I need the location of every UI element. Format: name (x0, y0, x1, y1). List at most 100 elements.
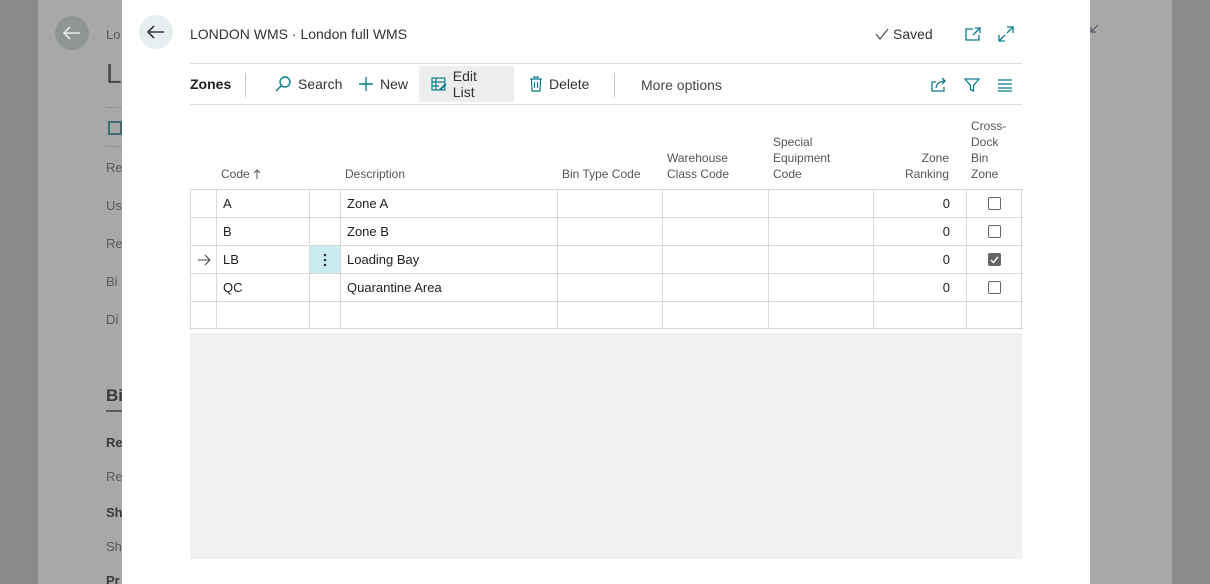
sort-ascending-icon (253, 169, 261, 179)
cell-actions[interactable] (309, 190, 340, 217)
column-header-description[interactable]: Description (345, 166, 405, 182)
cell-special-equipment-code[interactable] (768, 218, 873, 245)
cell-description[interactable]: Quarantine Area (340, 274, 557, 301)
background-section-underline (106, 410, 122, 412)
column-header-line: Zone (921, 151, 949, 165)
column-header-cross-dock-bin-zone[interactable]: Cross- Dock Bin Zone (971, 118, 1006, 182)
actionbar-separator (614, 73, 615, 97)
cross-dock-checkbox-checked[interactable] (988, 253, 1001, 266)
background-table-icon (108, 121, 122, 135)
cell-zone-ranking[interactable]: 0 (873, 190, 966, 217)
grid-empty-area (190, 333, 1022, 559)
table-row-selected[interactable]: LB Loading Bay 0 (191, 245, 1023, 273)
table-row-new[interactable] (191, 301, 1023, 329)
cell-code[interactable]: LB (216, 246, 309, 273)
column-header-bin-type-code[interactable]: Bin Type Code (562, 166, 641, 182)
cross-dock-checkbox[interactable] (988, 197, 1001, 210)
table-row[interactable]: A Zone A 0 (191, 189, 1023, 217)
cell-description[interactable]: Zone A (340, 190, 557, 217)
back-button[interactable] (139, 15, 173, 49)
column-header-zone-ranking[interactable]: Zone Ranking (882, 150, 949, 182)
share-icon (931, 77, 946, 92)
cell-zone-ranking[interactable] (873, 302, 966, 329)
cell-zone-ranking[interactable]: 0 (873, 218, 966, 245)
cell-cross-dock[interactable] (966, 302, 1022, 329)
new-button[interactable]: New (346, 66, 420, 102)
cell-actions[interactable] (309, 218, 340, 245)
column-header-line: Zone (971, 167, 999, 181)
cell-zone-ranking[interactable]: 0 (873, 274, 966, 301)
filter-button[interactable] (962, 75, 982, 95)
background-field: Us (106, 198, 122, 213)
share-button[interactable] (929, 75, 949, 95)
column-header-line: Dock (971, 135, 999, 149)
cell-actions[interactable] (309, 274, 340, 301)
cell-special-equipment-code[interactable] (768, 302, 873, 329)
cell-description[interactable]: Zone B (340, 218, 557, 245)
cell-code[interactable] (216, 302, 309, 329)
more-vertical-icon (323, 253, 327, 266)
more-options-button[interactable]: More options (641, 77, 722, 93)
cell-code[interactable]: B (216, 218, 309, 245)
cell-description[interactable]: Loading Bay (340, 246, 557, 273)
open-in-new-window-button[interactable] (963, 24, 983, 44)
trash-icon (530, 76, 542, 92)
cell-bin-type-code[interactable] (557, 274, 662, 301)
column-header-code[interactable]: Code (221, 166, 261, 182)
cell-code[interactable]: A (216, 190, 309, 217)
cell-cross-dock (966, 218, 1022, 245)
cell-zone-ranking[interactable]: 0 (873, 246, 966, 273)
expand-icon (998, 26, 1014, 42)
cell-warehouse-class-code[interactable] (662, 274, 768, 301)
edit-list-button[interactable]: Edit List (419, 66, 514, 102)
edit-list-label: Edit List (452, 68, 477, 100)
column-header-line: Cross- (971, 119, 1007, 133)
cell-bin-type-code[interactable] (557, 190, 662, 217)
table-row[interactable]: QC Quarantine Area 0 (191, 273, 1023, 301)
cell-special-equipment-code[interactable] (768, 246, 873, 273)
filter-icon (964, 78, 980, 93)
arrow-left-icon (147, 25, 164, 39)
table-row[interactable]: B Zone B 0 (191, 217, 1023, 245)
dialog-title: LONDON WMS · London full WMS (190, 26, 408, 42)
actionbar-separator (245, 73, 246, 97)
saved-label: Saved (893, 26, 933, 42)
zones-dialog: LONDON WMS · London full WMS Saved Zones… (122, 0, 1090, 584)
new-label: New (380, 76, 409, 92)
background-field: Di (106, 312, 119, 327)
current-row-arrow-icon (198, 254, 211, 266)
cell-warehouse-class-code[interactable] (662, 190, 768, 217)
background-field: Re (106, 236, 123, 251)
column-header-line: Bin (971, 151, 989, 165)
cross-dock-checkbox[interactable] (988, 281, 1001, 294)
cell-special-equipment-code[interactable] (768, 190, 873, 217)
column-header-special-equipment-code[interactable]: Special Equipment Code (773, 134, 830, 182)
cell-warehouse-class-code[interactable] (662, 246, 768, 273)
cross-dock-checkbox[interactable] (988, 225, 1001, 238)
search-button[interactable]: Search (262, 66, 354, 102)
cell-special-equipment-code[interactable] (768, 274, 873, 301)
cell-cross-dock (966, 246, 1022, 273)
column-header-line: Special (773, 135, 813, 149)
cell-bin-type-code[interactable] (557, 246, 662, 273)
column-header-warehouse-class-code[interactable]: Warehouse Class Code (667, 150, 729, 182)
cell-warehouse-class-code[interactable] (662, 218, 768, 245)
background-tab-label: Lo (106, 27, 121, 42)
background-back-button (55, 16, 89, 50)
delete-button[interactable]: Delete (517, 66, 601, 102)
cell-warehouse-class-code[interactable] (662, 302, 768, 329)
cell-description[interactable] (340, 302, 557, 329)
checkmark-icon (990, 256, 999, 264)
cell-bin-type-code[interactable] (557, 218, 662, 245)
row-actions-button[interactable] (309, 246, 340, 273)
cell-actions[interactable] (309, 302, 340, 329)
cell-bin-type-code[interactable] (557, 302, 662, 329)
cell-code[interactable]: QC (216, 274, 309, 301)
expand-button[interactable] (996, 24, 1016, 44)
edit-list-icon (431, 77, 447, 91)
background-field: Re (106, 435, 123, 450)
list-view-button[interactable] (995, 75, 1015, 95)
column-header-line: Warehouse (667, 151, 728, 165)
page-name: Zones (190, 76, 232, 92)
zones-grid: A Zone A 0 B Zone B 0 LB Loading Bay 0 Q… (190, 189, 1023, 330)
